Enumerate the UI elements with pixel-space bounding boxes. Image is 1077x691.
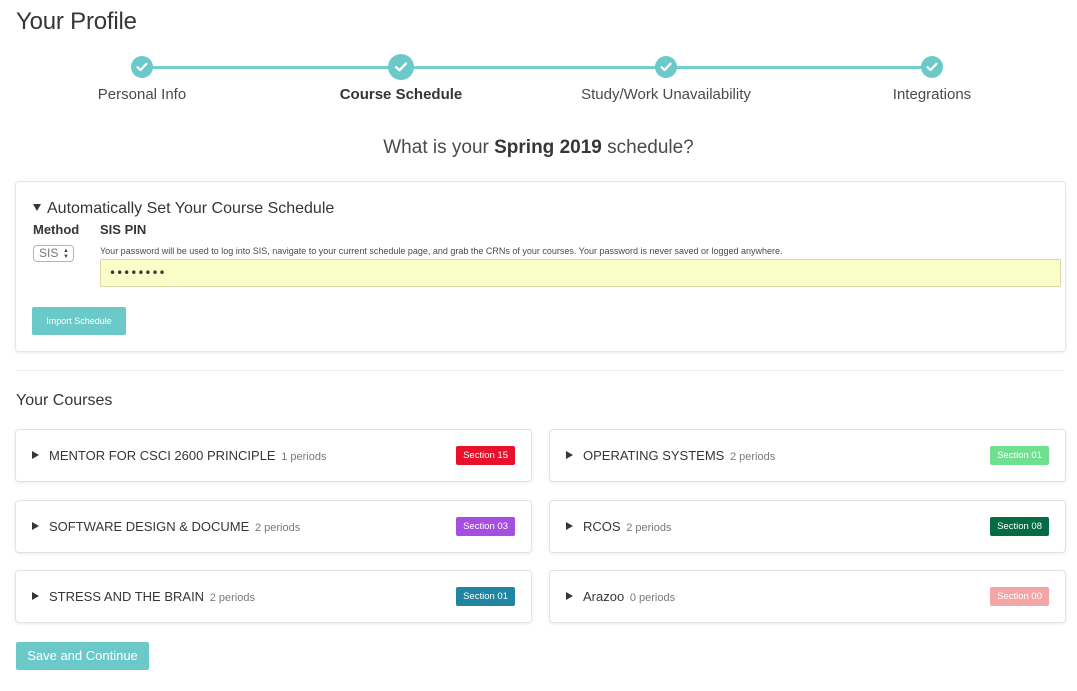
sis-pin-label: SIS PIN [100,222,147,237]
sis-pin-input[interactable] [100,259,1061,287]
sis-pin-help-text: Your password will be used to log into S… [100,246,783,256]
check-icon [655,56,677,78]
section-badge: Section 01 [456,587,515,606]
course-name: Arazoo 0 periods [583,589,675,604]
save-and-continue-button[interactable]: Save and Continue [16,642,149,670]
triangle-right-icon [566,451,573,459]
check-icon [388,54,414,80]
course-name: MENTOR FOR CSCI 2600 PRINCIPLE 1 periods [49,448,326,463]
courses-title: Your Courses [16,392,113,409]
course-title: OPERATING SYSTEMS [583,448,725,463]
course-periods: 2 periods [254,522,301,534]
section-badge: Section 00 [990,587,1049,606]
course-card[interactable]: RCOS 2 periods Section 08 [549,500,1066,553]
triangle-right-icon [566,522,573,530]
triangle-right-icon [32,522,39,530]
course-card[interactable]: Arazoo 0 periods Section 00 [549,570,1066,623]
check-icon [921,56,943,78]
auto-schedule-summary-label: Automatically Set Your Course Schedule [47,200,335,217]
course-periods: 1 periods [281,451,327,463]
schedule-question: What is your Spring 2019 schedule? [0,137,1077,159]
section-badge: Section 03 [456,517,515,536]
method-label: Method [33,222,80,237]
course-periods: 2 periods [729,451,776,463]
step-label: Study/Work Unavailability [581,86,751,103]
auto-schedule-summary[interactable]: Automatically Set Your Course Schedule [33,200,334,218]
course-periods: 0 periods [629,592,676,604]
stepper-connector [142,66,932,69]
section-badge: Section 15 [456,446,515,465]
progress-stepper: Personal Info Course Schedule Study/Work… [0,54,1077,105]
course-title: STRESS AND THE BRAIN [49,589,205,604]
course-card[interactable]: MENTOR FOR CSCI 2600 PRINCIPLE 1 periods… [15,429,532,482]
triangle-down-icon [33,204,41,211]
section-badge: Section 08 [990,517,1049,536]
step-label: Course Schedule [339,86,463,103]
course-periods: 2 periods [626,522,672,534]
course-periods: 2 periods [209,592,255,604]
import-schedule-button[interactable]: Import Schedule [32,307,126,335]
course-card[interactable]: STRESS AND THE BRAIN 2 periods Section 0… [15,570,532,623]
method-select-value: SIS [39,246,59,260]
course-name: STRESS AND THE BRAIN 2 periods [49,589,255,604]
course-name: OPERATING SYSTEMS 2 periods [583,448,775,463]
course-title: RCOS [583,519,621,534]
course-title: SOFTWARE DESIGN & DOCUME [49,519,250,534]
triangle-right-icon [32,451,39,459]
select-arrows-icon: ▲ ▼ [63,248,69,260]
auto-schedule-panel: Automatically Set Your Course Schedule M… [15,181,1066,352]
course-title: MENTOR FOR CSCI 2600 PRINCIPLE [49,448,276,463]
course-card[interactable]: OPERATING SYSTEMS 2 periods Section 01 [549,429,1066,482]
triangle-right-icon [566,592,573,600]
method-select[interactable]: SIS ▲ ▼ [33,245,74,262]
question-suffix: schedule? [601,137,694,158]
question-term: Spring 2019 [494,137,602,158]
question-prefix: What is your [383,137,495,158]
course-card[interactable]: SOFTWARE DESIGN & DOCUME 2 periods Secti… [15,500,532,553]
course-name: RCOS 2 periods [583,519,671,534]
course-name: SOFTWARE DESIGN & DOCUME 2 periods [49,519,300,534]
check-icon [131,56,153,78]
step-label: Integrations [892,86,972,103]
page-title: Your Profile [16,8,137,35]
triangle-right-icon [32,592,39,600]
divider [16,370,1064,371]
course-title: Arazoo [583,589,625,604]
step-label: Personal Info [97,86,187,103]
section-badge: Section 01 [990,446,1049,465]
